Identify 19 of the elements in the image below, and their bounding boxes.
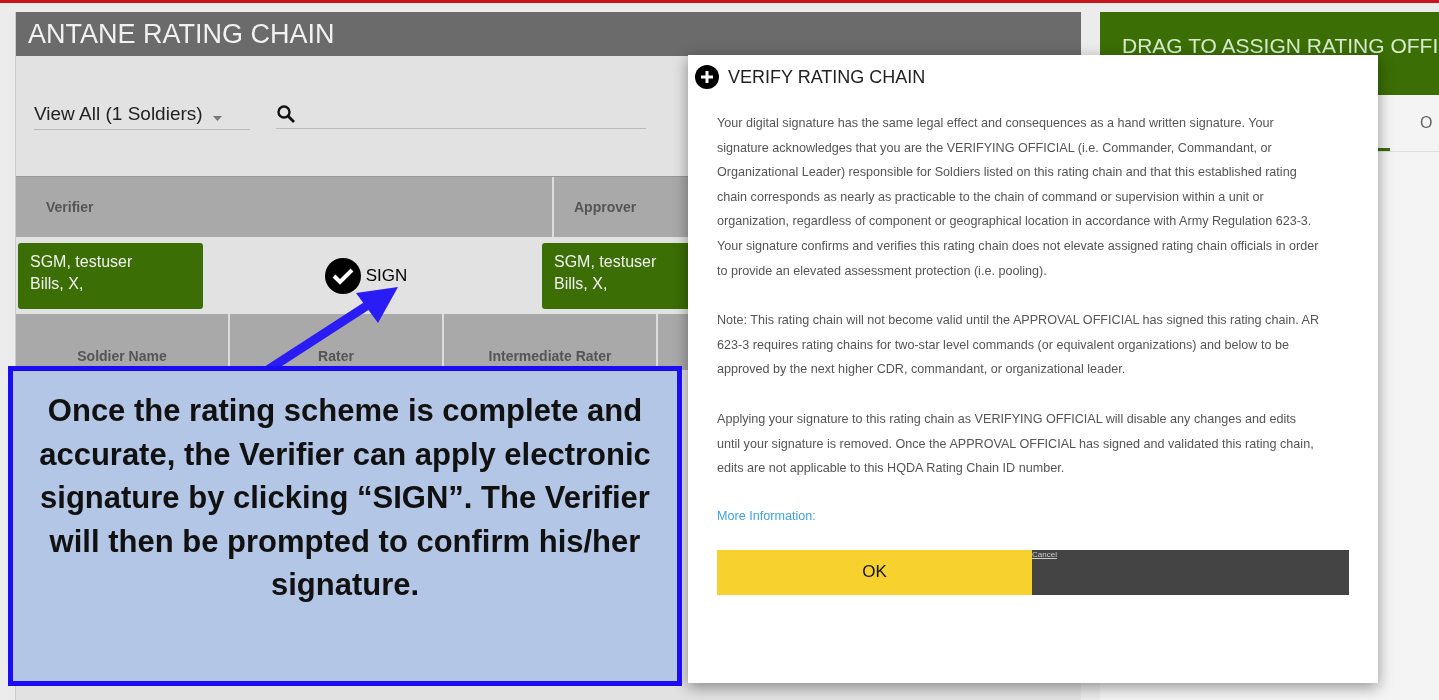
view-filter-dropdown[interactable]: View All (1 Soldiers) <box>34 102 250 130</box>
callout-text: Once the rating scheme is complete and accurate, the Verifier can apply electronic signature by clicking “SIGN”. The Verifier will then be prompted to confirm his/her signature. <box>8 366 682 686</box>
dialog-title: VERIFY RATING CHAIN <box>728 66 926 88</box>
dialog-paragraph: Your digital signature has the same legal effect and consequences as a hand written signature. Your signature acknowledges that you are the VERIFYING OFFICIAL (i.e. Commander, Commandant, or Organizational Leader) responsible for Soldiers listed on this rating chain and that this established rating chain corresponds as nearly as practicable to the chain of command or supervision within a unit or organization, regardless of component or geographical location in accordance with Army Regulation 623-3. Your signature confirms and verifies this rating chain does not elevate assigned rating chain officials in order to provide an elevated assessment protection (i.e. pooling). <box>717 115 1319 280</box>
search-icon <box>276 103 296 124</box>
column-header: Verifier <box>16 177 554 237</box>
verifier-card[interactable]: SGM, testuser Bills, X, <box>18 242 203 309</box>
dialog-paragraph: Note: This rating chain will not become valid until the APPROVAL OFFICIAL has signed this rating chain. AR 623-3 requires rating chains for two-star level commands (or equivalent organizations) and below to be approved by the next higher CDR, commandant, or organizational leader. <box>717 312 1319 379</box>
panel-title: ANTANE RATING CHAIN <box>16 12 1081 56</box>
search-field[interactable] <box>276 103 646 129</box>
cancel-link[interactable]: Cancel <box>1032 549 1057 559</box>
plus-icon <box>695 65 719 89</box>
ok-button[interactable]: OK <box>717 549 1032 595</box>
sign-button[interactable]: SIGN <box>203 256 528 295</box>
column-header: Approver <box>573 198 637 217</box>
check-icon <box>323 256 362 295</box>
dialog-paragraph: Applying your signature to this rating chain as VERIFYING OFFICIAL will disable any changes and edits until your signature is removed. Once the APPROVAL OFFICIAL has signed and validated this rating chain, edits are not applicable to this HQDA Rating Chain ID number. <box>717 410 1315 478</box>
caret-icon <box>212 116 222 121</box>
tab[interactable]: O <box>1420 114 1433 132</box>
